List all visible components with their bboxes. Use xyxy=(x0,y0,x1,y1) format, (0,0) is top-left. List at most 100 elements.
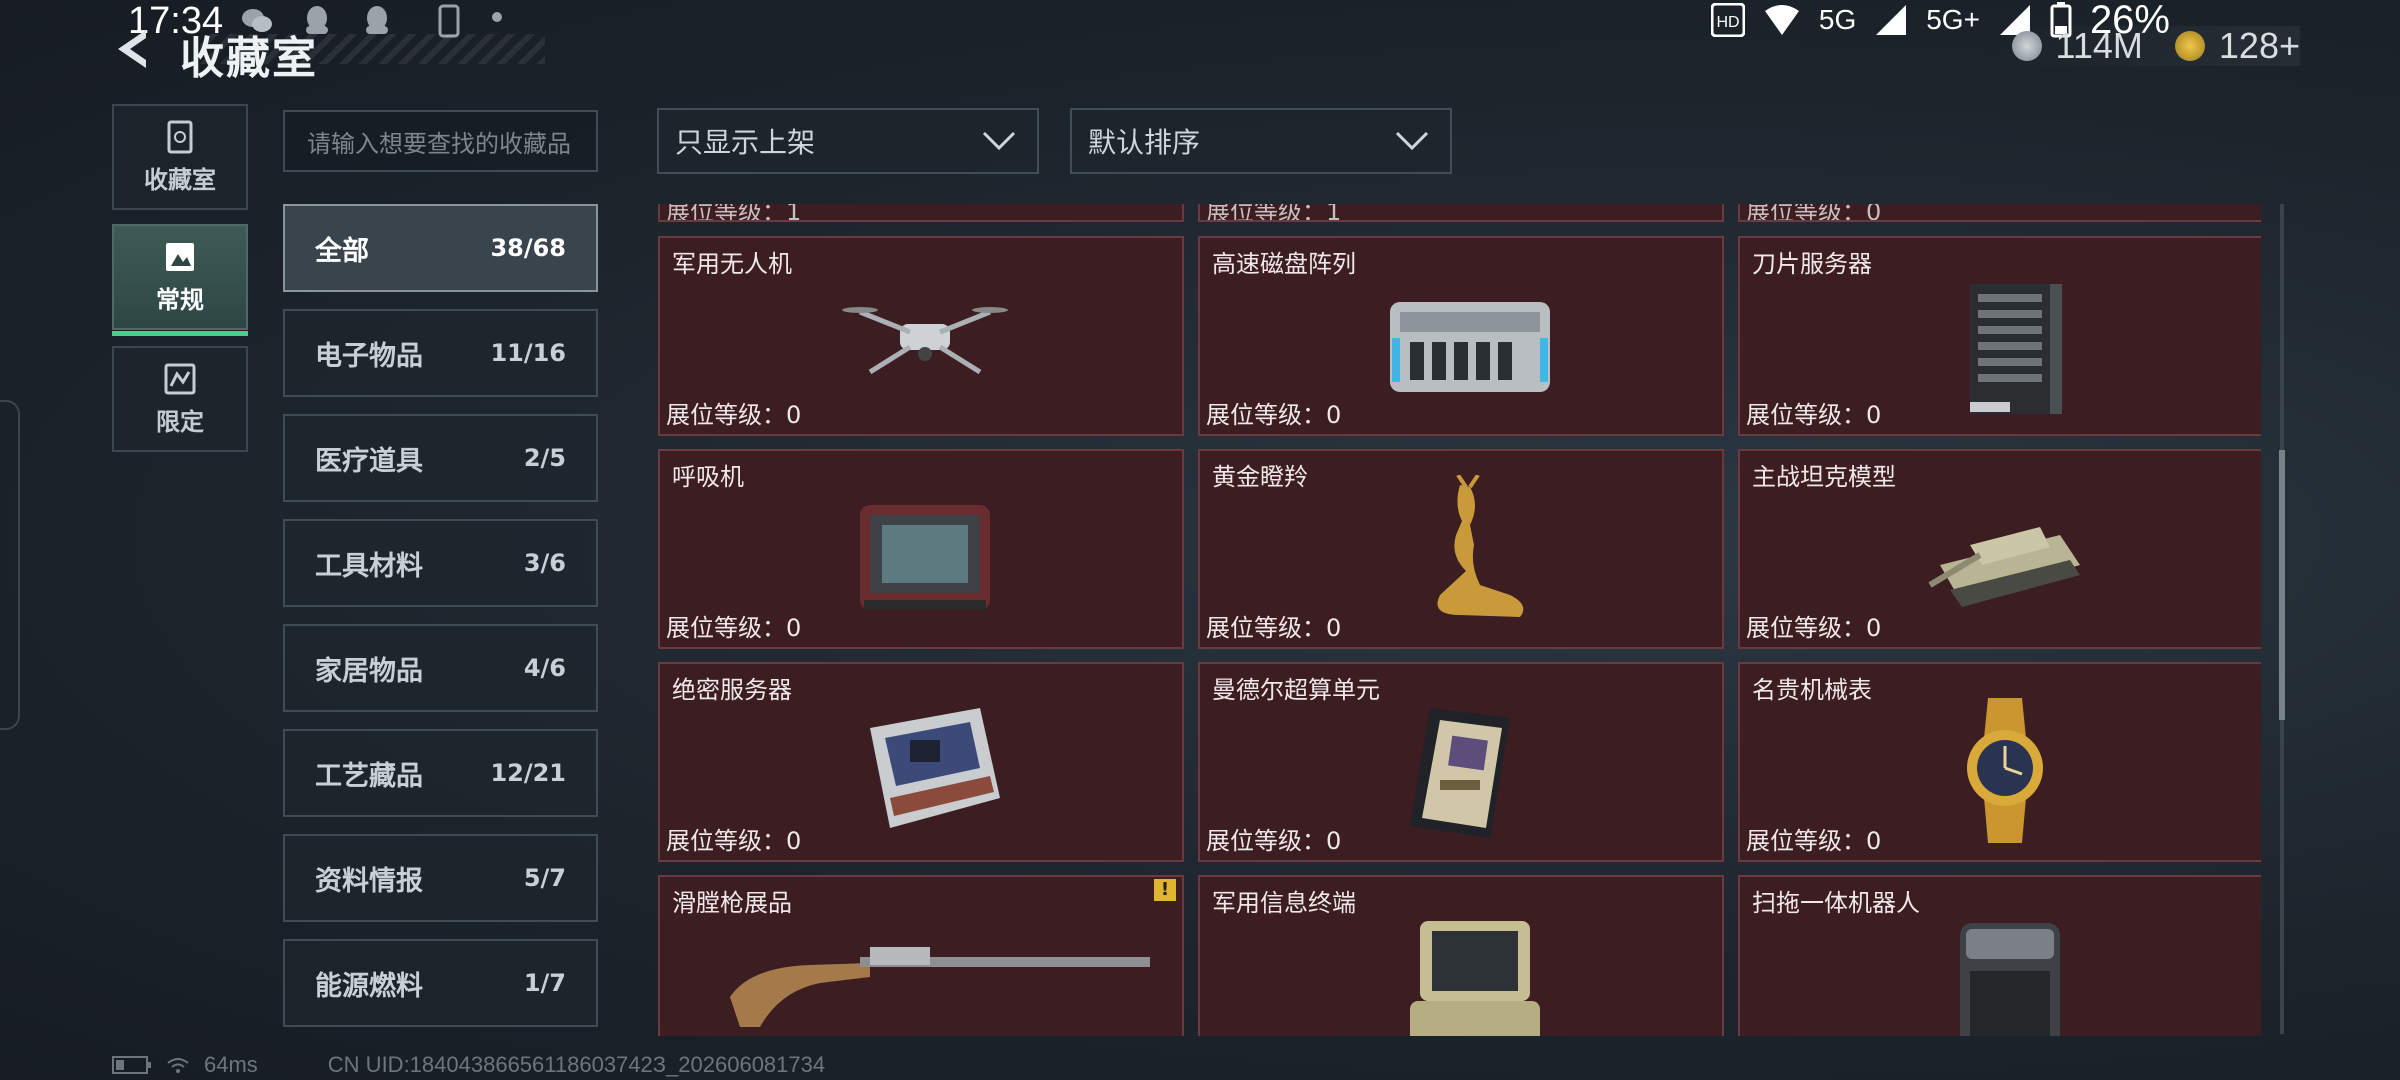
wifi-icon xyxy=(1764,5,1799,35)
item-card-secret-server[interactable]: 绝密服务器 展位等级：0 xyxy=(658,662,1184,862)
drone-icon xyxy=(842,307,1008,375)
grid-scroll-thumb[interactable] xyxy=(2279,450,2285,720)
golden-gazelle-icon xyxy=(1437,475,1524,617)
info-terminal-icon xyxy=(1410,921,1540,1036)
category-intel[interactable]: 资料情报 5/7 xyxy=(283,834,598,922)
partial-card[interactable]: 展位等级：1 xyxy=(658,204,1184,222)
nav-label: 常规 xyxy=(156,285,204,314)
secret-server-icon xyxy=(870,708,1000,828)
ping-value: 64ms xyxy=(204,1052,258,1077)
warning-badge: ! xyxy=(1154,879,1176,901)
partial-level: 展位等级：1 xyxy=(666,204,802,222)
chevron-down-icon xyxy=(1395,131,1429,151)
category-count: 11/16 xyxy=(490,339,566,367)
category-name: 电子物品 xyxy=(315,340,423,372)
item-level: 展位等级：0 xyxy=(1206,614,1342,642)
item-card-golden-gazelle[interactable]: 黄金瞪羚 展位等级：0 xyxy=(1198,449,1724,649)
item-level: 展位等级：0 xyxy=(1746,401,1882,429)
search-input[interactable]: 请输入想要查找的收藏品 xyxy=(283,110,598,172)
watch-icon xyxy=(1967,698,2043,843)
category-count: 4/6 xyxy=(523,654,566,682)
item-card-info-terminal[interactable]: 军用信息终端 xyxy=(1198,875,1724,1036)
item-level: 展位等级：0 xyxy=(666,401,802,429)
gold-coin-icon xyxy=(2174,31,2205,61)
supercomputer-unit-icon xyxy=(1410,708,1510,838)
item-card-blade-server[interactable]: 刀片服务器 展位等级：0 xyxy=(1738,236,2261,436)
item-name: 高速磁盘阵列 xyxy=(1212,250,1356,278)
silver-coin-icon xyxy=(2011,31,2042,61)
category-name: 能源燃料 xyxy=(315,970,423,1002)
page-title: 收藏室 xyxy=(180,33,318,84)
item-card-ventilator[interactable]: 呼吸机 展位等级：0 xyxy=(658,449,1184,649)
item-level: 展位等级：0 xyxy=(1206,401,1342,429)
wifi-status-icon xyxy=(167,1058,189,1073)
image-card-icon xyxy=(166,242,194,271)
item-name: 军用信息终端 xyxy=(1212,889,1356,917)
item-card-tank-model[interactable]: 主战坦克模型 展位等级：0 xyxy=(1738,449,2261,649)
dropdown-value: 只显示上架 xyxy=(675,126,816,159)
partial-level: 展位等级：0 xyxy=(1746,204,1882,222)
category-name: 全部 xyxy=(315,235,369,267)
signal-icon xyxy=(1876,5,1907,35)
item-level: 展位等级：0 xyxy=(1746,614,1882,642)
category-electronics[interactable]: 电子物品 11/16 xyxy=(283,309,598,397)
category-count: 38/68 xyxy=(490,234,566,262)
nav-limited[interactable]: 限定 xyxy=(112,346,248,452)
item-level: 展位等级：0 xyxy=(1746,827,1882,855)
category-tools[interactable]: 工具材料 3/6 xyxy=(283,519,598,607)
category-household[interactable]: 家居物品 4/6 xyxy=(283,624,598,712)
category-count: 5/7 xyxy=(523,864,566,892)
network-label-2: 5G+ xyxy=(1926,4,1980,35)
back-arrow-icon[interactable] xyxy=(110,26,154,72)
network-label-1: 5G xyxy=(1818,4,1857,35)
item-card-drone[interactable]: 军用无人机 展位等级：0 xyxy=(658,236,1184,436)
category-count: 2/5 xyxy=(523,444,566,472)
item-card-watch[interactable]: 名贵机械表 展位等级：0 xyxy=(1738,662,2261,862)
tank-model-icon xyxy=(1928,527,2080,607)
item-level: 展位等级：0 xyxy=(666,827,802,855)
item-level: 展位等级：0 xyxy=(1206,827,1342,855)
chevron-down-icon xyxy=(982,131,1016,151)
category-name: 医疗道具 xyxy=(315,445,423,477)
display-filter-dropdown[interactable]: 只显示上架 xyxy=(657,108,1039,174)
nav-collection-room[interactable]: 收藏室 xyxy=(112,104,248,210)
limited-icon xyxy=(164,363,196,394)
item-name: 军用无人机 xyxy=(672,250,792,278)
user-uid: CN UID:18404386656118603742З_20260608173… xyxy=(327,1052,826,1077)
sort-dropdown[interactable]: 默认排序 xyxy=(1070,108,1452,174)
item-card-musket[interactable]: 滑膛枪展品 ! xyxy=(658,875,1184,1036)
item-level: 展位等级：0 xyxy=(666,614,802,642)
disk-array-icon xyxy=(1390,302,1550,392)
item-card-disk-array[interactable]: 高速磁盘阵列 展位等级：0 xyxy=(1198,236,1724,436)
partial-level: 展位等级：1 xyxy=(1206,204,1342,222)
item-name: 呼吸机 xyxy=(672,463,744,491)
musket-icon xyxy=(730,947,1150,1027)
nav-regular[interactable]: 常规 xyxy=(112,224,248,336)
category-count: 3/6 xyxy=(523,549,566,577)
vault-icon xyxy=(167,120,193,153)
mop-robot-icon xyxy=(1960,923,2060,1036)
hd-icon: HD xyxy=(1710,3,1745,37)
item-name: 主战坦克模型 xyxy=(1752,463,1896,491)
qq-icon-2 xyxy=(366,6,388,34)
item-name: 扫拖一体机器人 xyxy=(1752,889,1920,917)
blade-server-icon xyxy=(1970,284,2062,414)
svg-text:HD: HD xyxy=(1716,14,1739,31)
category-all[interactable]: 全部 38/68 xyxy=(283,204,598,292)
category-energy[interactable]: 能源燃料 1/7 xyxy=(283,939,598,1027)
currency-amount-1: 114M xyxy=(2055,25,2143,66)
category-medical[interactable]: 医疗道具 2/5 xyxy=(283,414,598,502)
category-name: 资料情报 xyxy=(315,865,423,897)
category-crafts[interactable]: 工艺藏品 12/21 xyxy=(283,729,598,817)
currency-amount-2[interactable]: 128+ xyxy=(2219,25,2300,67)
side-edge-handle[interactable] xyxy=(0,400,20,730)
ventilator-icon xyxy=(860,505,990,610)
collection-grid[interactable]: 展位等级：1 展位等级：1 展位等级：0 军用无人机 展位等级：0 高速磁盘阵列… xyxy=(656,204,2261,1036)
category-name: 工具材料 xyxy=(315,550,423,582)
item-card-supercomputer-unit[interactable]: 曼德尔超算单元 展位等级：0 xyxy=(1198,662,1724,862)
partial-card[interactable]: 展位等级：0 xyxy=(1738,204,2261,222)
partial-card[interactable]: 展位等级：1 xyxy=(1198,204,1724,222)
category-name: 家居物品 xyxy=(315,655,423,687)
item-card-mop-robot[interactable]: 扫拖一体机器人 xyxy=(1738,875,2261,1036)
item-name: 名贵机械表 xyxy=(1752,676,1872,704)
